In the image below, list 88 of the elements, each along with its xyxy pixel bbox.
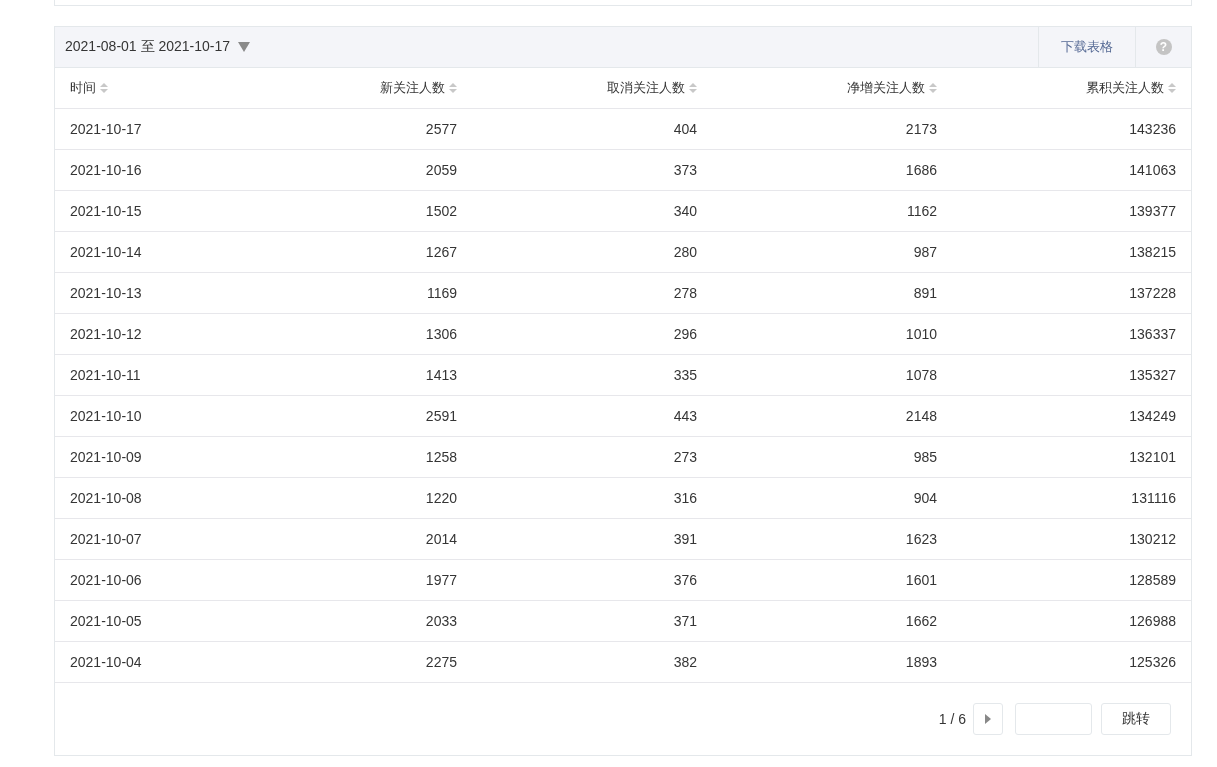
table-cell: 2021-10-06 <box>70 572 142 588</box>
table-cell: 391 <box>673 531 697 547</box>
table-cell: 2021-10-12 <box>70 326 142 342</box>
table-cell: 2033 <box>425 613 457 629</box>
sort-icon <box>689 83 697 93</box>
table-cell: 2021-10-14 <box>70 244 142 260</box>
table-cell: 404 <box>673 121 697 137</box>
table-cell: 2173 <box>905 121 937 137</box>
table-cell: 1010 <box>905 326 937 342</box>
table-cell: 125326 <box>1129 654 1176 670</box>
table-cell: 2059 <box>425 162 457 178</box>
table-cell: 1893 <box>905 654 937 670</box>
jump-button[interactable]: 跳转 <box>1101 703 1171 735</box>
table-cell: 280 <box>673 244 697 260</box>
table-cell: 132101 <box>1129 449 1176 465</box>
table-cell: 985 <box>913 449 937 465</box>
table-cell: 316 <box>673 490 697 506</box>
table-cell: 134249 <box>1129 408 1176 424</box>
table-cell: 1267 <box>425 244 457 260</box>
sort-icon <box>1168 83 1176 93</box>
column-header[interactable]: 时间 <box>70 79 108 97</box>
table-cell: 1162 <box>906 203 937 219</box>
sort-icon <box>929 83 937 93</box>
column-header[interactable]: 新关注人数 <box>380 79 457 97</box>
page-input-field[interactable] <box>1015 703 1092 735</box>
page-indicator: 1 / 6 <box>938 711 966 727</box>
table-cell: 2148 <box>905 408 937 424</box>
sort-icon <box>449 83 457 93</box>
column-header[interactable]: 累积关注人数 <box>1086 79 1176 97</box>
column-header[interactable]: 取消关注人数 <box>607 79 697 97</box>
table-cell: 136337 <box>1129 326 1176 342</box>
table-cell: 278 <box>673 285 697 301</box>
table-cell: 143236 <box>1129 121 1176 137</box>
table-cell: 373 <box>673 162 697 178</box>
table-cell: 2021-10-11 <box>70 367 141 383</box>
table-cell: 126988 <box>1129 613 1176 629</box>
sort-icon <box>100 83 108 93</box>
caret-icon <box>985 714 991 724</box>
table-cell: 371 <box>673 613 697 629</box>
table-cell: 130212 <box>1129 531 1176 547</box>
table-cell: 296 <box>673 326 697 342</box>
table-cell: 131116 <box>1131 490 1176 506</box>
table-cell: 1977 <box>425 572 457 588</box>
table-cell: 2021-10-04 <box>70 654 142 670</box>
table-cell: 1601 <box>905 572 937 588</box>
table-cell: 273 <box>673 449 697 465</box>
table-cell: 135327 <box>1129 367 1176 383</box>
table-cell: 1686 <box>905 162 937 178</box>
table-cell: 139377 <box>1129 203 1176 219</box>
table-cell: 2591 <box>425 408 457 424</box>
table-cell: 1169 <box>426 285 457 301</box>
table-cell: 2021-10-15 <box>70 203 142 219</box>
table-cell: 382 <box>673 654 697 670</box>
table-cell: 1502 <box>425 203 457 219</box>
table-cell: 138215 <box>1129 244 1176 260</box>
table-cell: 2021-10-16 <box>70 162 142 178</box>
download-button[interactable]: 下载表格 <box>1038 27 1135 67</box>
table-cell: 137228 <box>1129 285 1176 301</box>
table-cell: 1306 <box>425 326 457 342</box>
table-cell: 2275 <box>425 654 457 670</box>
table-cell: 1220 <box>425 490 457 506</box>
table-cell: 904 <box>913 490 937 506</box>
table-cell: 2021-10-10 <box>70 408 142 424</box>
table-cell: 2021-10-05 <box>70 613 142 629</box>
table-cell: 2021-10-17 <box>70 121 142 137</box>
table-cell: 141063 <box>1129 162 1176 178</box>
column-header[interactable]: 净增关注人数 <box>847 79 937 97</box>
table-cell: 443 <box>673 408 697 424</box>
table-cell: 1413 <box>425 367 457 383</box>
date-range-dropdown[interactable]: 2021-08-01 至 2021-10-17 <box>55 27 250 67</box>
table-cell: 2021-10-09 <box>70 449 142 465</box>
table-cell: 376 <box>673 572 697 588</box>
table-cell: 2021-10-08 <box>70 490 142 506</box>
table-cell: 1078 <box>905 367 937 383</box>
table-cell: 2021-10-07 <box>70 531 142 547</box>
table-cell: 340 <box>673 203 697 219</box>
table-cell: 2577 <box>425 121 457 137</box>
table-cell: 128589 <box>1129 572 1176 588</box>
table-cell: 1258 <box>425 449 457 465</box>
caret-icon <box>238 42 250 52</box>
table-cell: 891 <box>913 285 937 301</box>
table-cell: 2021-10-13 <box>70 285 142 301</box>
table-cell: 2014 <box>425 531 457 547</box>
table-cell: 335 <box>673 367 697 383</box>
table-cell: 1623 <box>905 531 937 547</box>
next-page-button[interactable] <box>973 703 1003 735</box>
table-cell: 987 <box>913 244 937 260</box>
table-cell: 1662 <box>905 613 937 629</box>
